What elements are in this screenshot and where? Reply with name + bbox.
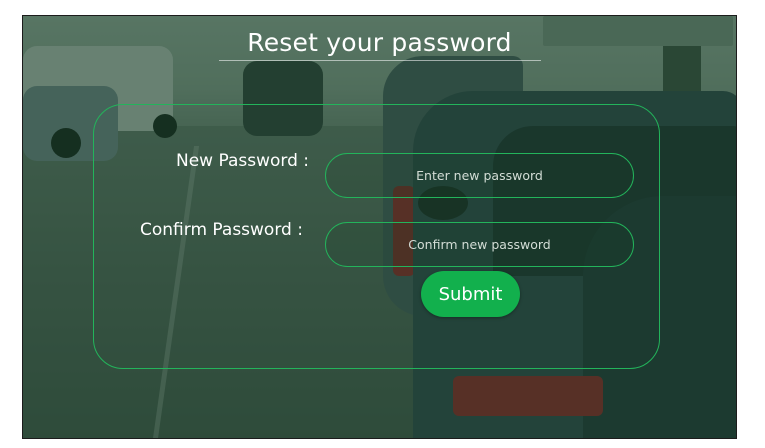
page-title: Reset your password [247, 28, 512, 57]
reset-password-form: New Password : Confirm Password : [93, 104, 660, 369]
submit-button[interactable]: Submit [421, 271, 520, 317]
confirm-password-label: Confirm Password : [140, 220, 303, 240]
title-underline [219, 60, 541, 61]
reset-password-screen: Reset your password New Password : Confi… [22, 15, 737, 439]
new-password-input[interactable] [325, 153, 634, 198]
confirm-password-input[interactable] [325, 222, 634, 267]
new-password-label: New Password : [176, 151, 310, 171]
